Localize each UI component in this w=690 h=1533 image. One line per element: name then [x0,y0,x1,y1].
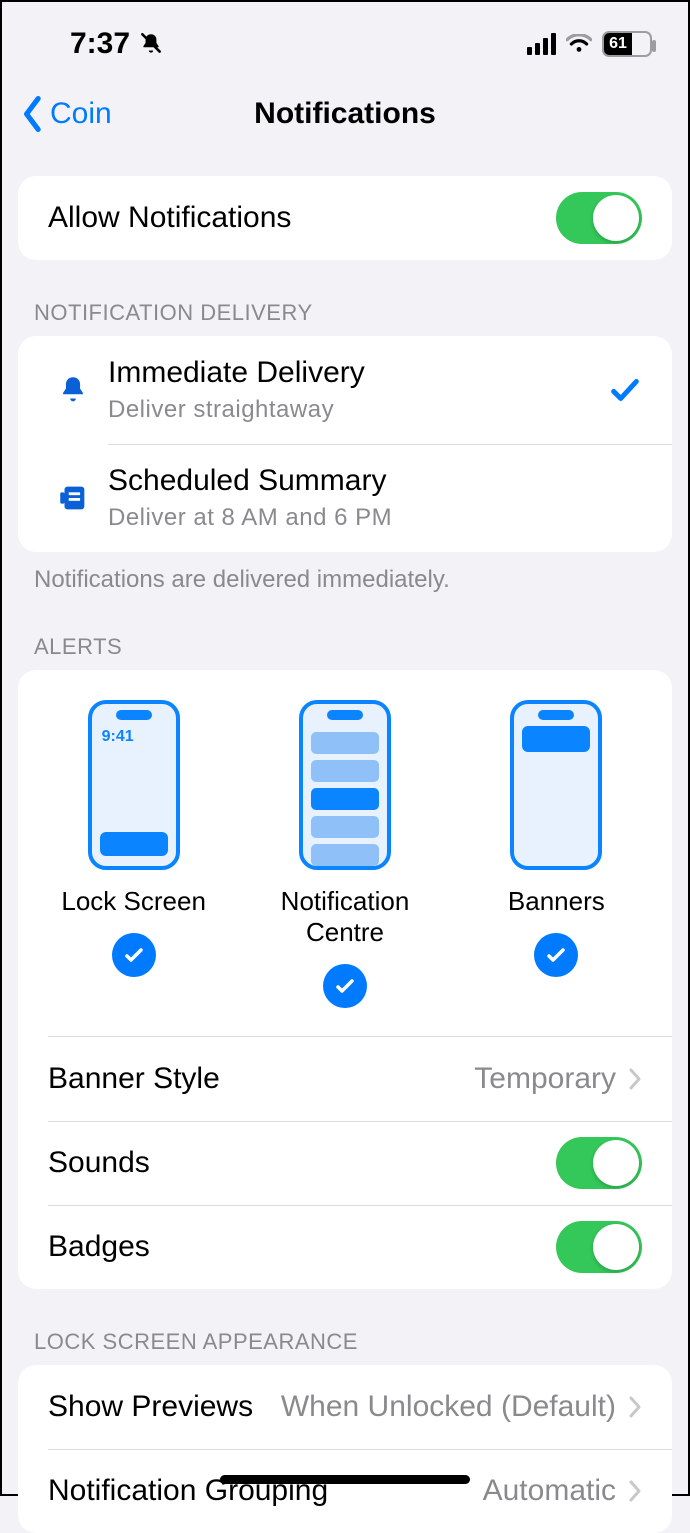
status-left: 7:37 [70,27,164,61]
bell-mute-icon [138,31,164,57]
lockscreen-preview-icon: 9:41 [88,700,180,870]
alert-lockscreen-label: Lock Screen [61,886,206,917]
alert-banners-label: Banners [508,886,605,917]
checkmark-icon [608,373,642,407]
show-previews-value: When Unlocked (Default) [281,1390,616,1424]
back-button[interactable]: Coin [20,96,112,132]
status-bar: 7:37 61 [2,14,688,74]
show-previews-row[interactable]: Show Previews When Unlocked (Default) [18,1365,672,1449]
alert-nc-check[interactable] [323,964,367,1008]
allow-notifications-toggle[interactable] [556,192,642,244]
badges-toggle[interactable] [556,1221,642,1273]
delivery-header: NOTIFICATION DELIVERY [18,282,672,336]
alert-lockscreen-option[interactable]: 9:41 Lock Screen [34,700,234,1008]
sounds-toggle[interactable] [556,1137,642,1189]
bell-icon [56,373,90,407]
banner-style-label: Banner Style [48,1062,220,1096]
cellular-icon [527,33,556,55]
alert-banners-option[interactable]: Banners [456,700,656,1008]
lockscreen-header: LOCK SCREEN APPEARANCE [18,1311,672,1365]
banners-preview-icon [510,700,602,870]
chevron-right-icon [628,1479,642,1503]
delivery-immediate-sub: Deliver straightaway [108,396,365,424]
summary-icon [56,481,90,515]
chevron-left-icon [20,96,46,132]
status-right: 61 [527,31,652,57]
notification-grouping-row[interactable]: Notification Grouping Automatic [18,1449,672,1533]
banner-style-row[interactable]: Banner Style Temporary [18,1037,672,1121]
banner-style-value: Temporary [474,1062,616,1096]
alerts-header: ALERTS [18,616,672,670]
wifi-icon [566,34,592,54]
battery-icon: 61 [602,31,652,57]
allow-notifications-label: Allow Notifications [48,201,291,235]
delivery-scheduled-title: Scheduled Summary [108,464,392,498]
badges-label: Badges [48,1230,150,1264]
sounds-label: Sounds [48,1146,150,1180]
back-label: Coin [50,97,112,131]
delivery-immediate-row[interactable]: Immediate Delivery Deliver straightaway [18,336,672,444]
checkmark-icon [122,943,146,967]
show-previews-label: Show Previews [48,1390,253,1424]
alert-lockscreen-check[interactable] [112,933,156,977]
checkmark-icon [544,943,568,967]
delivery-scheduled-sub: Deliver at 8 AM and 6 PM [108,504,392,532]
chevron-right-icon [628,1395,642,1419]
alert-banners-check[interactable] [534,933,578,977]
nav-bar: Coin Notifications [2,74,688,154]
alert-nc-label: Notification Centre [245,886,445,948]
alert-notification-centre-option[interactable]: Notification Centre [245,700,445,1008]
home-indicator[interactable] [220,1475,470,1484]
delivery-footer: Notifications are delivered immediately. [18,552,672,594]
allow-notifications-row[interactable]: Allow Notifications [18,176,672,260]
notification-grouping-value: Automatic [483,1474,616,1508]
checkmark-icon [333,974,357,998]
delivery-scheduled-row[interactable]: Scheduled Summary Deliver at 8 AM and 6 … [18,444,672,552]
delivery-immediate-title: Immediate Delivery [108,356,365,390]
status-time: 7:37 [70,27,130,61]
sounds-row[interactable]: Sounds [18,1121,672,1205]
battery-level: 61 [604,33,632,55]
badges-row[interactable]: Badges [18,1205,672,1289]
chevron-right-icon [628,1067,642,1091]
notification-centre-preview-icon [299,700,391,870]
